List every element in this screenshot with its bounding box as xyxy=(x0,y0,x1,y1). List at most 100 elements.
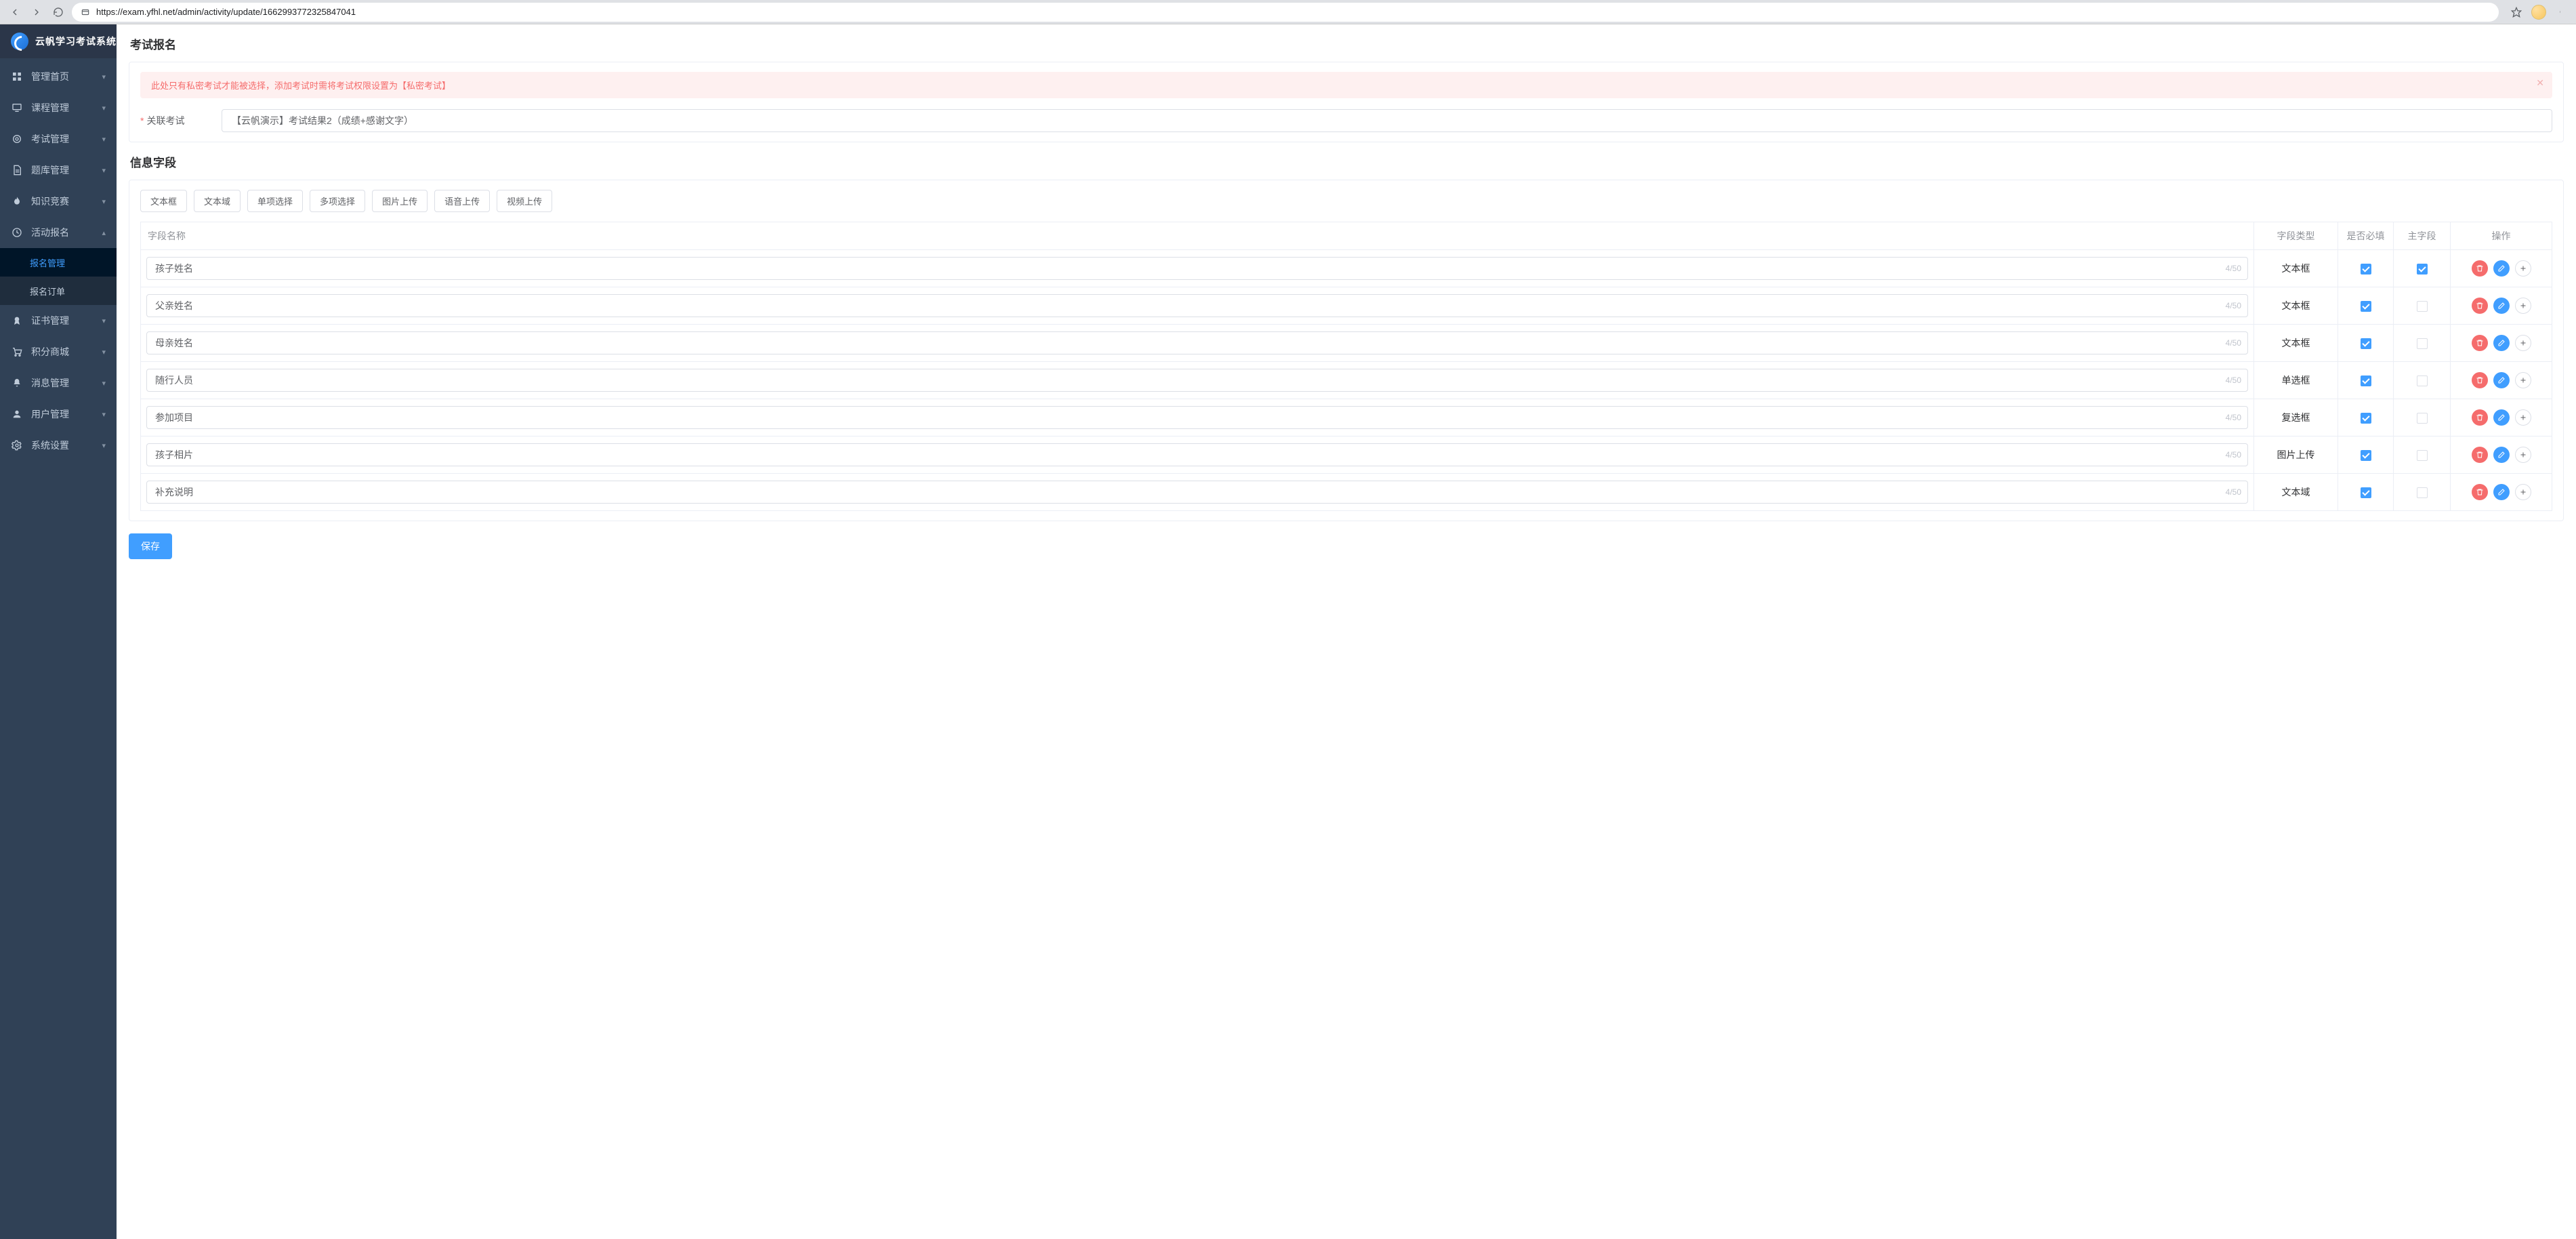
panel-exam: 此处只有私密考试才能被选择，添加考试时需将考试权限设置为【私密考试】 ✕ *关联… xyxy=(129,62,2564,142)
delete-button[interactable] xyxy=(2472,447,2488,463)
app-root: 云帆学习考试系统 管理首页 ▾ 课程管理 ▾ 考试管理 ▾ 题库管理 ▾ xyxy=(0,24,2576,1239)
section-info-fields: 信息字段 文本框文本域单项选择多项选择图片上传语音上传视频上传 字段名称 字段类… xyxy=(117,142,2576,521)
add-button[interactable] xyxy=(2515,409,2531,426)
main-field-checkbox[interactable] xyxy=(2417,264,2428,275)
flame-icon xyxy=(11,196,23,207)
sidebar-item-cert[interactable]: 证书管理 ▾ xyxy=(0,305,117,336)
edit-button[interactable] xyxy=(2493,447,2510,463)
add-field-type-button[interactable]: 视频上传 xyxy=(497,190,552,212)
sidebar-item-message[interactable]: 消息管理 ▾ xyxy=(0,367,117,399)
sidebar-item-label: 管理首页 xyxy=(31,70,69,83)
field-name-input[interactable] xyxy=(146,406,2248,429)
add-field-type-button[interactable]: 单项选择 xyxy=(247,190,303,212)
required-checkbox[interactable] xyxy=(2361,375,2371,386)
main-content: 考试报名 此处只有私密考试才能被选择，添加考试时需将考试权限设置为【私密考试】 … xyxy=(117,24,2576,1239)
address-bar[interactable]: https://exam.yfhl.net/admin/activity/upd… xyxy=(72,3,2499,22)
browser-right xyxy=(2507,5,2571,20)
required-checkbox[interactable] xyxy=(2361,301,2371,312)
main-field-checkbox[interactable] xyxy=(2417,301,2428,312)
delete-button[interactable] xyxy=(2472,409,2488,426)
required-checkbox[interactable] xyxy=(2361,413,2371,424)
sidebar-item-exam[interactable]: 考试管理 ▾ xyxy=(0,123,117,155)
th-required: 是否必填 xyxy=(2338,222,2394,250)
sidebar-item-course[interactable]: 课程管理 ▾ xyxy=(0,92,117,123)
required-checkbox[interactable] xyxy=(2361,487,2371,498)
sidebar-item-label: 报名管理 xyxy=(30,256,65,269)
delete-button[interactable] xyxy=(2472,372,2488,388)
delete-button[interactable] xyxy=(2472,298,2488,314)
char-counter: 4/50 xyxy=(2226,301,2241,310)
chevron-down-icon: ▾ xyxy=(102,441,106,450)
alert-text: 此处只有私密考试才能被选择，添加考试时需将考试权限设置为【私密考试】 xyxy=(151,81,451,91)
add-button[interactable] xyxy=(2515,372,2531,388)
field-type-cell: 单选框 xyxy=(2254,362,2338,399)
sidebar-item-label: 报名订单 xyxy=(30,285,65,298)
chevron-down-icon: ▾ xyxy=(102,410,106,419)
edit-button[interactable] xyxy=(2493,372,2510,388)
add-button[interactable] xyxy=(2515,484,2531,500)
main-field-checkbox[interactable] xyxy=(2417,450,2428,461)
sidebar-item-question[interactable]: 题库管理 ▾ xyxy=(0,155,117,186)
main-field-checkbox[interactable] xyxy=(2417,487,2428,498)
sidebar-item-label: 积分商城 xyxy=(31,345,69,359)
edit-button[interactable] xyxy=(2493,260,2510,277)
star-icon[interactable] xyxy=(2511,7,2522,18)
url-text: https://exam.yfhl.net/admin/activity/upd… xyxy=(96,7,356,17)
profile-avatar[interactable] xyxy=(2531,5,2546,20)
sidebar-subitem-signup-manage[interactable]: 报名管理 xyxy=(0,248,117,277)
sidebar-item-user[interactable]: 用户管理 ▾ xyxy=(0,399,117,430)
field-type-cell: 复选框 xyxy=(2254,399,2338,436)
main-field-checkbox[interactable] xyxy=(2417,338,2428,349)
sidebar-item-activity[interactable]: 活动报名 ▴ xyxy=(0,217,117,248)
chevron-down-icon: ▾ xyxy=(102,348,106,357)
sidebar-subitem-signup-order[interactable]: 报名订单 xyxy=(0,277,117,305)
back-icon[interactable] xyxy=(9,7,20,18)
cart-icon xyxy=(11,346,23,357)
grid-icon xyxy=(11,71,23,82)
field-name-input[interactable] xyxy=(146,257,2248,280)
add-button[interactable] xyxy=(2515,335,2531,351)
panel-fields: 文本框文本域单项选择多项选择图片上传语音上传视频上传 字段名称 字段类型 是否必… xyxy=(129,180,2564,521)
add-field-type-button[interactable]: 文本框 xyxy=(140,190,187,212)
delete-button[interactable] xyxy=(2472,335,2488,351)
sidebar-item-home[interactable]: 管理首页 ▾ xyxy=(0,61,117,92)
kebab-icon[interactable] xyxy=(2556,7,2567,18)
sidebar-item-contest[interactable]: 知识竞赛 ▾ xyxy=(0,186,117,217)
save-button[interactable]: 保存 xyxy=(129,533,172,559)
main-field-checkbox[interactable] xyxy=(2417,413,2428,424)
reload-icon[interactable] xyxy=(53,7,64,18)
forward-icon[interactable] xyxy=(31,7,42,18)
app-name: 云帆学习考试系统 xyxy=(35,35,117,48)
delete-button[interactable] xyxy=(2472,484,2488,500)
required-checkbox[interactable] xyxy=(2361,450,2371,461)
sidebar-item-shop[interactable]: 积分商城 ▾ xyxy=(0,336,117,367)
edit-button[interactable] xyxy=(2493,409,2510,426)
badge-icon xyxy=(11,315,23,326)
th-type: 字段类型 xyxy=(2254,222,2338,250)
field-name-input[interactable] xyxy=(146,481,2248,504)
add-field-type-button[interactable]: 语音上传 xyxy=(434,190,490,212)
site-info-icon[interactable] xyxy=(80,7,91,18)
add-button[interactable] xyxy=(2515,447,2531,463)
add-button[interactable] xyxy=(2515,298,2531,314)
delete-button[interactable] xyxy=(2472,260,2488,277)
required-checkbox[interactable] xyxy=(2361,264,2371,275)
edit-button[interactable] xyxy=(2493,484,2510,500)
add-field-type-button[interactable]: 图片上传 xyxy=(372,190,428,212)
main-field-checkbox[interactable] xyxy=(2417,375,2428,386)
field-name-input[interactable] xyxy=(146,294,2248,317)
close-icon[interactable]: ✕ xyxy=(2536,77,2544,89)
field-name-input[interactable] xyxy=(146,369,2248,392)
edit-button[interactable] xyxy=(2493,298,2510,314)
field-name-input[interactable] xyxy=(146,443,2248,466)
add-button[interactable] xyxy=(2515,260,2531,277)
edit-button[interactable] xyxy=(2493,335,2510,351)
add-field-type-button[interactable]: 文本域 xyxy=(194,190,241,212)
bell-icon xyxy=(11,378,23,388)
required-checkbox[interactable] xyxy=(2361,338,2371,349)
sidebar-item-settings[interactable]: 系统设置 ▾ xyxy=(0,430,117,461)
field-name-input[interactable] xyxy=(146,331,2248,354)
section-title-fields: 信息字段 xyxy=(130,153,2564,170)
input-related-exam[interactable] xyxy=(222,109,2552,132)
add-field-type-button[interactable]: 多项选择 xyxy=(310,190,365,212)
